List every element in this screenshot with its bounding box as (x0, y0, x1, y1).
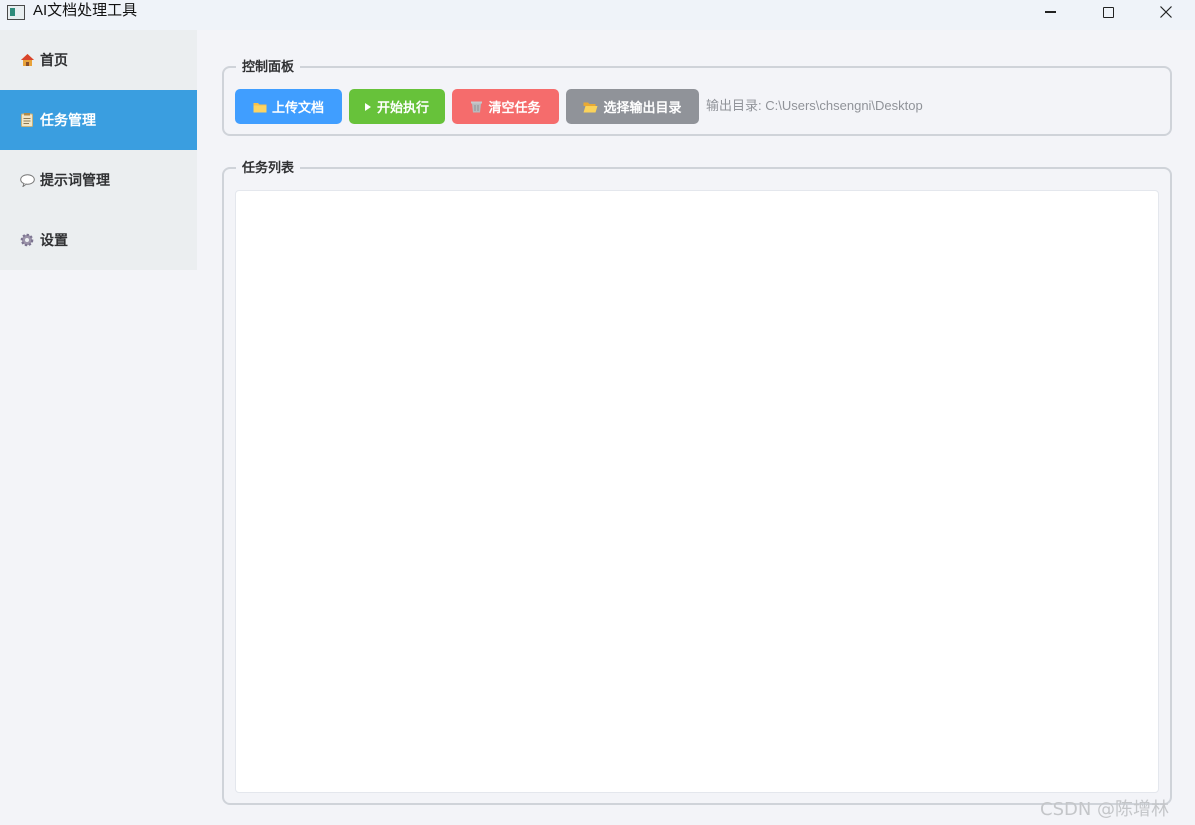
app-icon (7, 5, 25, 20)
minimize-button[interactable] (1021, 0, 1079, 24)
sidebar-item-home[interactable]: 首页 (0, 30, 197, 90)
upload-document-label: 上传文档 (271, 100, 324, 115)
speech-bubble-icon (19, 172, 35, 188)
title-bar: AI文档处理工具 (0, 0, 1195, 30)
folder-icon (253, 101, 267, 113)
start-execution-label: 开始执行 (376, 100, 429, 115)
close-icon (1160, 6, 1172, 18)
open-folder-icon (583, 101, 598, 113)
select-output-dir-label: 选择输出目录 (603, 100, 682, 115)
upload-document-button[interactable]: 上传文档 (235, 89, 342, 124)
maximize-icon (1102, 6, 1114, 18)
task-list[interactable] (235, 190, 1159, 793)
task-list-title: 任务列表 (236, 159, 301, 177)
task-list-panel: 任务列表 (222, 159, 1172, 805)
sidebar-item-task-management[interactable]: 任务管理 (0, 90, 197, 150)
start-execution-button[interactable]: 开始执行 (349, 89, 445, 124)
gear-icon (19, 232, 35, 248)
clipboard-icon (19, 112, 35, 128)
sidebar-item-label: 任务管理 (40, 112, 96, 128)
watermark: CSDN @陈增林 (1040, 799, 1170, 820)
trash-icon (470, 100, 483, 113)
control-panel: 控制面板 上传文档 开始执行 清空任务 选择输出目录 输出目录: C:\User… (222, 58, 1172, 136)
sidebar-item-label: 设置 (40, 232, 68, 248)
sidebar: 首页 任务管理 提示词管理 设置 (0, 30, 197, 270)
window-title: AI文档处理工具 (33, 2, 138, 19)
maximize-button[interactable] (1079, 0, 1137, 24)
control-panel-title: 控制面板 (236, 58, 301, 76)
sidebar-item-settings[interactable]: 设置 (0, 210, 197, 270)
select-output-dir-button[interactable]: 选择输出目录 (566, 89, 699, 124)
clear-tasks-button[interactable]: 清空任务 (452, 89, 559, 124)
play-icon (364, 102, 372, 111)
clear-tasks-label: 清空任务 (488, 100, 541, 115)
sidebar-item-prompt-management[interactable]: 提示词管理 (0, 150, 197, 210)
close-button[interactable] (1137, 0, 1195, 24)
house-icon (19, 52, 35, 68)
sidebar-item-label: 提示词管理 (40, 172, 110, 188)
minimize-icon (1044, 11, 1056, 13)
output-directory-text: 输出目录: C:\Users\chsengni\Desktop (706, 98, 923, 113)
sidebar-item-label: 首页 (40, 52, 68, 68)
